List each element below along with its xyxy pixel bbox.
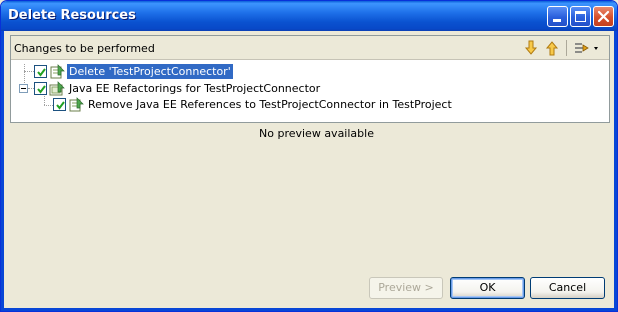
minimize-button[interactable] bbox=[547, 6, 568, 27]
tree-item[interactable]: Delete 'TestProjectConnector' bbox=[11, 64, 609, 80]
collapse-toggle[interactable] bbox=[19, 84, 28, 93]
tree-item-label: Remove Java EE References to TestProject… bbox=[88, 98, 452, 111]
window-border-right bbox=[614, 31, 617, 311]
toolbar-separator bbox=[566, 40, 567, 56]
delete-change-icon bbox=[50, 64, 65, 79]
delete-resources-dialog: Delete Resources Changes to be performed bbox=[0, 0, 618, 312]
minimize-icon bbox=[553, 19, 561, 22]
tree-item-label: Java EE Refactorings for TestProjectConn… bbox=[69, 82, 321, 95]
tree-item-checkbox[interactable] bbox=[34, 82, 47, 95]
tree-item-checkbox[interactable] bbox=[53, 98, 66, 111]
title-bar[interactable]: Delete Resources bbox=[1, 1, 617, 31]
tree-item-checkbox[interactable] bbox=[34, 65, 47, 78]
filter-dropdown-button[interactable] bbox=[572, 39, 600, 57]
tree-item[interactable]: Java EE Refactorings for TestProjectConn… bbox=[11, 81, 609, 97]
changes-panel: Changes to be performed Delete 'TestProj… bbox=[10, 35, 610, 123]
previous-change-button[interactable] bbox=[543, 39, 561, 57]
composite-change-icon bbox=[49, 81, 65, 96]
changes-tree[interactable]: Delete 'TestProjectConnector' Java EE Re… bbox=[11, 61, 609, 122]
ok-button[interactable]: OK bbox=[450, 277, 525, 299]
window-border-left bbox=[1, 31, 4, 311]
change-icon bbox=[69, 97, 84, 112]
checkmark-icon bbox=[37, 68, 46, 77]
next-change-button[interactable] bbox=[522, 39, 540, 57]
checkmark-icon bbox=[37, 85, 46, 94]
filter-dropdown-icon bbox=[575, 43, 598, 53]
checkmark-icon bbox=[56, 101, 65, 110]
maximize-icon bbox=[575, 11, 586, 22]
arrow-down-icon bbox=[524, 40, 538, 55]
window-title: Delete Resources bbox=[8, 8, 136, 23]
close-button[interactable] bbox=[593, 6, 614, 27]
changes-panel-title: Changes to be performed bbox=[14, 42, 155, 55]
arrow-up-icon bbox=[545, 41, 559, 56]
cancel-button[interactable]: Cancel bbox=[530, 277, 605, 299]
tree-item[interactable]: Remove Java EE References to TestProject… bbox=[11, 97, 609, 113]
no-preview-message: No preview available bbox=[259, 127, 374, 140]
changes-panel-header: Changes to be performed bbox=[11, 36, 609, 60]
maximize-button[interactable] bbox=[570, 6, 591, 27]
window-border-bottom bbox=[1, 308, 617, 311]
preview-button[interactable]: Preview > bbox=[369, 277, 443, 299]
close-icon bbox=[597, 10, 610, 23]
tree-item-label: Delete 'TestProjectConnector' bbox=[67, 64, 233, 79]
